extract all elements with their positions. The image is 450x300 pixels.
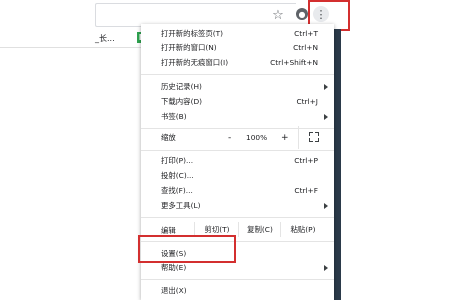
menu-item-label: 退出(X) bbox=[161, 286, 187, 295]
menu-item-zoom: 缩放 - 100% + bbox=[141, 126, 334, 149]
menu-item-label: 打开新的标签页(T) bbox=[161, 29, 224, 38]
menu-item-label: 打印(P)... bbox=[161, 156, 194, 165]
menu-item-shortcut: Ctrl+F bbox=[294, 186, 318, 195]
menu-item-more-tools[interactable]: 更多工具(L) bbox=[141, 199, 334, 212]
submenu-arrow-icon bbox=[324, 83, 328, 90]
divider bbox=[0, 47, 141, 48]
menu-separator bbox=[298, 126, 299, 149]
copy-button[interactable]: 复制(C) bbox=[238, 222, 281, 237]
menu-separator bbox=[141, 279, 334, 280]
menu-separator bbox=[141, 150, 334, 151]
submenu-arrow-icon bbox=[324, 202, 328, 209]
zoom-label: 缩放 bbox=[161, 133, 176, 142]
menu-item-label: 下载内容(D) bbox=[161, 97, 203, 106]
menu-separator bbox=[141, 74, 334, 75]
bookmark-item[interactable]: _长... bbox=[95, 33, 115, 44]
zoom-in-button[interactable]: + bbox=[281, 133, 289, 143]
menu-item-label: 更多工具(L) bbox=[161, 201, 201, 210]
menu-separator bbox=[141, 217, 334, 218]
menu-item-history[interactable]: 历史记录(H) bbox=[141, 80, 334, 93]
menu-item-exit[interactable]: 退出(X) bbox=[141, 284, 334, 297]
menu-item-print[interactable]: 打印(P)... Ctrl+P bbox=[141, 154, 334, 167]
menu-item-shortcut: Ctrl+J bbox=[296, 97, 318, 106]
account-icon[interactable]: ● bbox=[296, 8, 308, 20]
menu-item-shortcut: Ctrl+P bbox=[294, 156, 318, 165]
star-icon[interactable]: ☆ bbox=[268, 5, 288, 25]
zoom-out-button[interactable]: - bbox=[228, 133, 231, 143]
menu-item-shortcut: Ctrl+N bbox=[293, 43, 318, 52]
menu-item-shortcut: Ctrl+Shift+N bbox=[270, 58, 318, 67]
menu-item-label: 打开新的无痕窗口(I) bbox=[161, 58, 229, 67]
menu-item-incognito[interactable]: 打开新的无痕窗口(I) Ctrl+Shift+N bbox=[141, 56, 334, 69]
menu-item-new-tab[interactable]: 打开新的标签页(T) Ctrl+T bbox=[141, 27, 334, 40]
page-background-strip bbox=[333, 29, 341, 300]
menu-item-downloads[interactable]: 下载内容(D) Ctrl+J bbox=[141, 95, 334, 108]
menu-separator bbox=[141, 128, 334, 129]
menu-item-label: 打开新的窗口(N) bbox=[161, 43, 217, 52]
menu-item-label: 查找(F)... bbox=[161, 186, 193, 195]
submenu-arrow-icon bbox=[324, 113, 328, 120]
submenu-arrow-icon bbox=[324, 264, 328, 271]
menu-item-cast[interactable]: 投射(C)... bbox=[141, 169, 334, 182]
menu-item-label: 书签(B) bbox=[161, 112, 187, 121]
menu-item-find[interactable]: 查找(F)... Ctrl+F bbox=[141, 184, 334, 197]
menu-item-label: 帮助(E) bbox=[161, 263, 187, 272]
menu-item-label: 投射(C)... bbox=[161, 171, 194, 180]
fullscreen-icon[interactable] bbox=[309, 132, 319, 142]
zoom-level: 100% bbox=[246, 133, 268, 142]
menu-item-shortcut: Ctrl+T bbox=[294, 29, 318, 38]
menu-item-new-window[interactable]: 打开新的窗口(N) Ctrl+N bbox=[141, 41, 334, 54]
settings-highlight bbox=[138, 235, 236, 263]
menu-item-label: 历史记录(H) bbox=[161, 82, 202, 91]
paste-button[interactable]: 粘贴(P) bbox=[280, 222, 325, 237]
menu-item-bookmarks[interactable]: 书签(B) bbox=[141, 110, 334, 123]
